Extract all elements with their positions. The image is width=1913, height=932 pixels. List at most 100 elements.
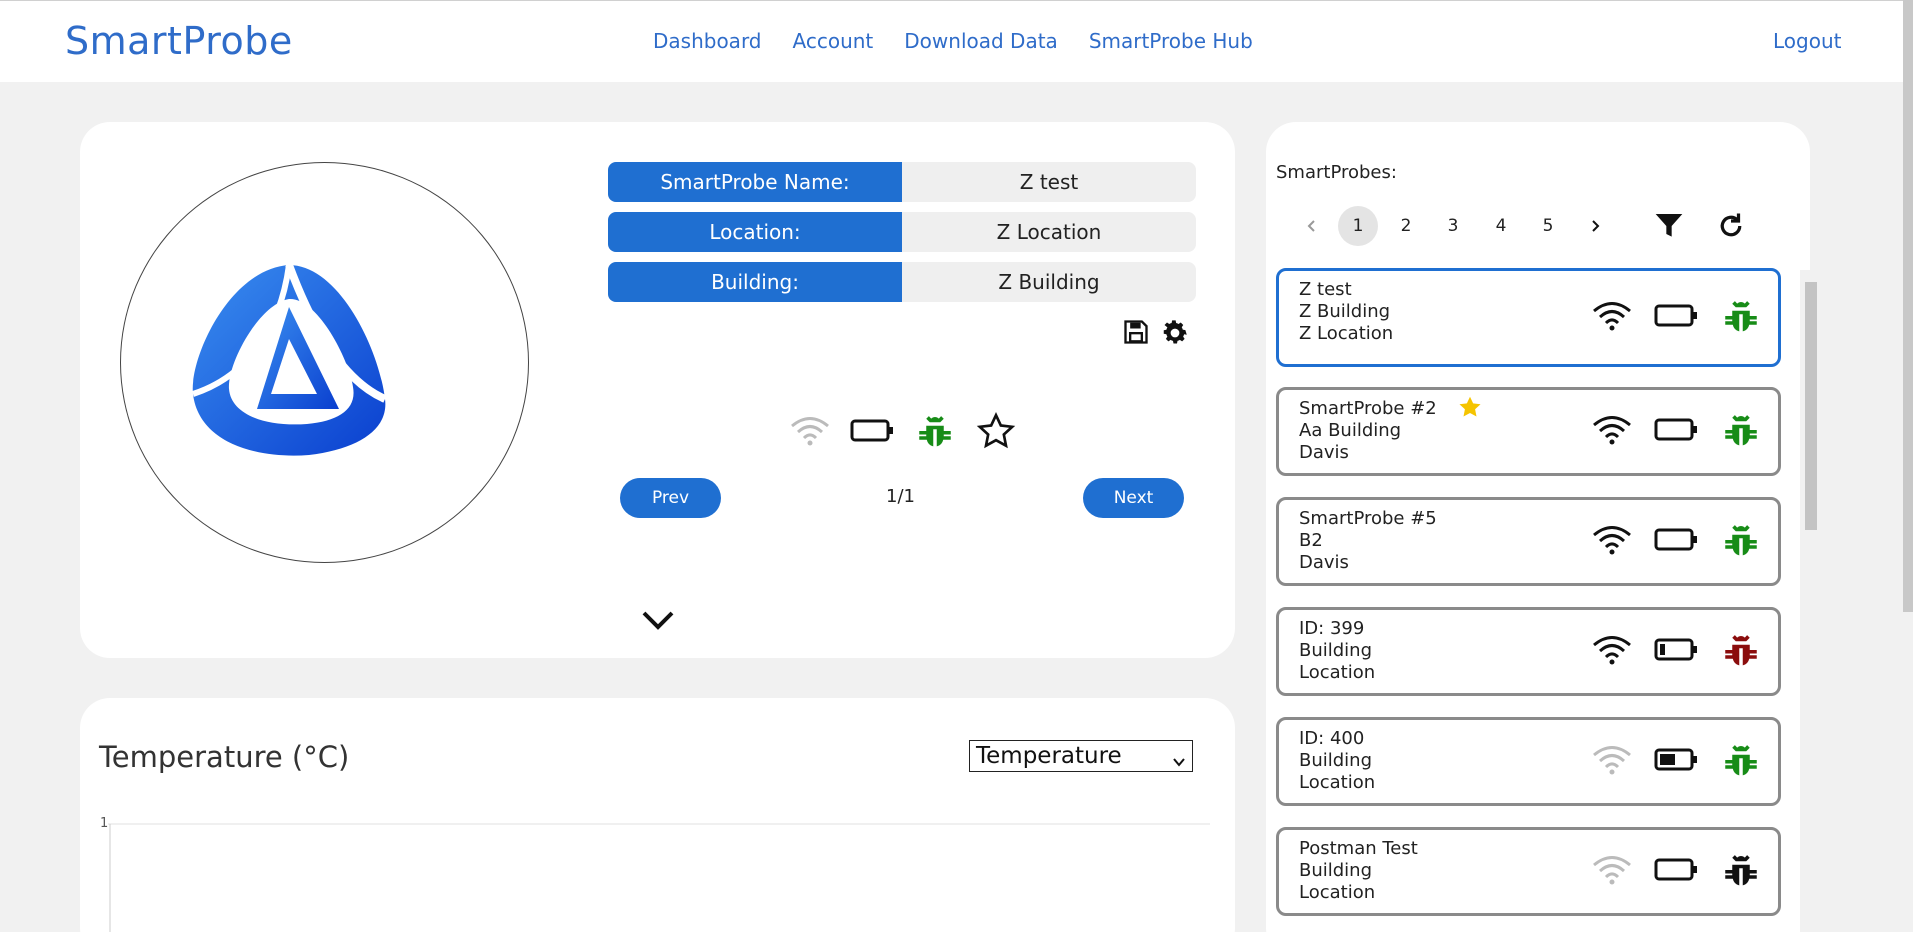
probe-item-status-icons (1592, 390, 1762, 473)
nav-smartprobe-hub-link[interactable]: SmartProbe Hub (1089, 29, 1253, 53)
smartprobe-logo-icon (192, 263, 387, 456)
page-next-icon[interactable] (1575, 206, 1615, 246)
battery-empty-icon (850, 418, 894, 448)
logout-link[interactable]: Logout (1773, 29, 1841, 53)
probe-list-item[interactable]: Postman Test Building Location (1276, 827, 1781, 916)
nav-account-link[interactable]: Account (793, 29, 874, 53)
page-button-1[interactable]: 1 (1338, 206, 1378, 246)
page-button-5[interactable]: 5 (1528, 206, 1568, 246)
probe-item-status-icons (1592, 500, 1762, 583)
bug-red-icon (1720, 629, 1762, 675)
brand-logo-text[interactable]: SmartProbe (65, 19, 293, 63)
battery-empty-icon (1654, 303, 1698, 333)
probe-list-card: SmartProbes: 1 2 3 4 5 Z test Z Building Z… (1266, 122, 1810, 932)
probe-item-location: Location (1299, 772, 1376, 793)
probe-item-building: Z Building (1299, 301, 1391, 322)
chevron-down-icon (1172, 749, 1186, 775)
prev-button[interactable]: Prev (620, 478, 721, 518)
bug-green-icon (914, 410, 956, 456)
probe-item-status-icons (1592, 271, 1762, 364)
bug-green-icon (1720, 739, 1762, 785)
refresh-icon[interactable] (1711, 206, 1751, 246)
probe-list-scroll-thumb[interactable] (1805, 282, 1817, 530)
metric-select-value: Temperature (976, 743, 1122, 769)
probe-item-name: ID: 399 (1299, 618, 1365, 639)
probe-item-location: Z Location (1299, 323, 1394, 344)
wifi-weak-icon (1592, 744, 1632, 780)
probe-item-location: Davis (1299, 552, 1349, 573)
chart-title: Temperature (°C) (99, 740, 350, 774)
page-button-2[interactable]: 2 (1386, 206, 1426, 246)
probe-image-frame (120, 162, 529, 563)
probe-list-item[interactable]: ID: 400 Building Location (1276, 717, 1781, 806)
wifi-strong-icon (1592, 524, 1632, 560)
bug-green-icon (1720, 409, 1762, 455)
battery-empty-icon (1654, 857, 1698, 887)
star-outline-icon[interactable] (976, 411, 1016, 455)
filter-icon[interactable] (1649, 206, 1689, 246)
probe-list-item[interactable]: SmartProbe #2 Aa Building Davis (1276, 387, 1781, 476)
save-icon[interactable] (1122, 318, 1150, 350)
probe-list-item[interactable]: Z test Z Building Z Location (1276, 268, 1781, 367)
probe-item-location: Location (1299, 662, 1376, 683)
temperature-chart: 1 (100, 816, 1210, 932)
probe-item-text: Z test Z Building Z Location (1299, 279, 1393, 345)
probe-list-title: SmartProbes: (1276, 162, 1397, 183)
probe-name-label: SmartProbe Name: (608, 162, 902, 202)
probe-item-building: Building (1299, 640, 1373, 661)
battery-empty-icon (1654, 527, 1698, 557)
probe-item-status-icons (1592, 720, 1762, 803)
page-button-4[interactable]: 4 (1481, 206, 1521, 246)
probe-item-name: Z test (1299, 279, 1352, 300)
wifi-strong-icon (1592, 414, 1632, 450)
probe-page-indicator: 1/1 (886, 486, 915, 507)
probe-list-item[interactable]: ID: 399 Building Location (1276, 607, 1781, 696)
probe-item-name: SmartProbe #5 (1299, 508, 1437, 529)
probe-item-status-icons (1592, 830, 1762, 913)
probe-item-location: Davis (1299, 442, 1349, 463)
bug-green-icon (1720, 295, 1762, 341)
probe-item-status-icons (1592, 610, 1762, 693)
probe-item-name: Postman Test (1299, 838, 1418, 859)
probe-building-value[interactable]: Z Building (902, 262, 1196, 302)
next-button[interactable]: Next (1083, 478, 1184, 518)
battery-empty-icon (1654, 417, 1698, 447)
probe-item-text: ID: 400 Building Location (1299, 728, 1375, 794)
probe-item-building: B2 (1299, 530, 1323, 551)
probe-item-name: ID: 400 (1299, 728, 1365, 749)
probe-name-value[interactable]: Z test (902, 162, 1196, 202)
probe-location-value[interactable]: Z Location (902, 212, 1196, 252)
nav-dashboard-link[interactable]: Dashboard (653, 29, 762, 53)
gear-icon[interactable] (1160, 318, 1190, 352)
probe-item-text: ID: 399 Building Location (1299, 618, 1375, 684)
probe-status-icons (790, 410, 1016, 456)
star-filled-icon (1457, 394, 1483, 424)
probe-list-item[interactable]: SmartProbe #5 B2 Davis (1276, 497, 1781, 586)
probe-item-building: Building (1299, 750, 1373, 771)
bug-green-icon (1720, 519, 1762, 565)
bug-black-icon (1720, 849, 1762, 895)
probe-item-text: Postman Test Building Location (1299, 838, 1418, 904)
chevron-down-icon[interactable] (640, 608, 676, 636)
probe-item-text: SmartProbe #2 Aa Building Davis (1299, 398, 1437, 464)
probe-name-row: SmartProbe Name: Z test (608, 162, 1196, 202)
main-nav: Dashboard Account Download Data SmartPro… (653, 29, 1253, 53)
wifi-strong-icon (1592, 300, 1632, 336)
wifi-strong-icon (1592, 634, 1632, 670)
wifi-weak-icon (790, 415, 830, 451)
probe-list-pagination: 1 2 3 4 5 (1276, 206, 1776, 246)
probe-detail-card: SmartProbe Name: Z test Location: Z Loca… (80, 122, 1235, 658)
metric-select[interactable]: Temperature (969, 740, 1193, 772)
battery-half-icon (1654, 747, 1698, 777)
probe-item-text: SmartProbe #5 B2 Davis (1299, 508, 1437, 574)
y-tick-label: 1 (100, 816, 108, 831)
probe-location-label: Location: (608, 212, 902, 252)
probe-building-row: Building: Z Building (608, 262, 1196, 302)
probe-location-row: Location: Z Location (608, 212, 1196, 252)
page-scroll-thumb[interactable] (1903, 0, 1913, 612)
probe-item-name: SmartProbe #2 (1299, 398, 1437, 419)
nav-download-data-link[interactable]: Download Data (904, 29, 1058, 53)
page-button-3[interactable]: 3 (1433, 206, 1473, 246)
page-prev-icon[interactable] (1292, 206, 1332, 246)
probe-item-building: Aa Building (1299, 420, 1402, 441)
